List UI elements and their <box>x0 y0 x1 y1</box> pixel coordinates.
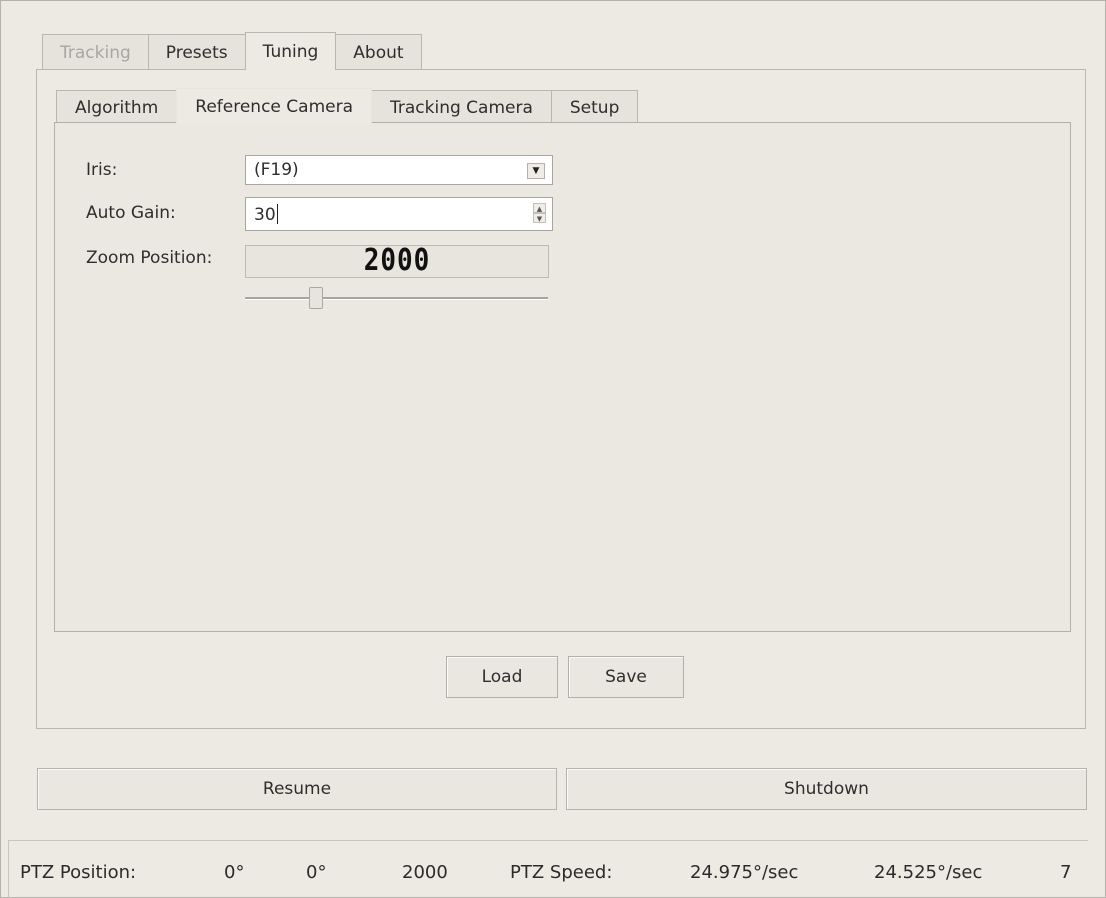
ptz-zoom-value: 2000 <box>402 862 448 883</box>
reference-camera-pane <box>54 122 1071 632</box>
ptz-position-label: PTZ Position: <box>20 862 137 883</box>
spin-down-icon[interactable]: ▼ <box>533 213 546 223</box>
spinbox-arrows: ▲ ▼ <box>533 203 546 225</box>
tab-reference-camera[interactable]: Reference Camera <box>176 88 372 124</box>
zoom-slider-track[interactable] <box>245 297 548 300</box>
tuning-subtabbar: Algorithm Reference Camera Tracking Came… <box>56 88 639 124</box>
tab-algorithm[interactable]: Algorithm <box>56 90 178 124</box>
zoom-lcd-value: 2000 <box>363 243 431 279</box>
ptz-tilt-speed: 24.525°/sec <box>874 862 983 883</box>
resume-button[interactable]: Resume <box>37 768 557 810</box>
auto-gain-label: Auto Gain: <box>86 203 176 223</box>
tab-tuning[interactable]: Tuning <box>244 32 337 70</box>
ptz-tilt-value: 0° <box>306 862 327 883</box>
tab-tracking[interactable]: Tracking <box>42 34 149 70</box>
save-button[interactable]: Save <box>568 656 684 698</box>
zoom-lcd-display: 2000 <box>245 243 549 279</box>
ptz-pan-value: 0° <box>224 862 245 883</box>
shutdown-button[interactable]: Shutdown <box>566 768 1087 810</box>
zoom-slider-handle[interactable] <box>309 287 323 309</box>
iris-label: Iris: <box>86 160 118 180</box>
tab-setup[interactable]: Setup <box>550 90 639 124</box>
load-button[interactable]: Load <box>446 656 558 698</box>
tab-about[interactable]: About <box>335 34 422 70</box>
auto-gain-spinbox[interactable]: 30 ▲ ▼ <box>245 197 553 231</box>
ptz-speed-label: PTZ Speed: <box>510 862 613 883</box>
text-cursor <box>276 204 278 224</box>
auto-gain-value: 30 <box>254 204 278 225</box>
spin-up-icon[interactable]: ▲ <box>533 203 546 213</box>
ptz-extra-value: 7 <box>1060 862 1072 883</box>
main-tabbar: Tracking Presets Tuning About <box>42 32 422 70</box>
zoom-position-label: Zoom Position: <box>86 248 213 268</box>
iris-combobox[interactable]: (F19) ▼ <box>245 155 553 185</box>
ptz-pan-speed: 24.975°/sec <box>690 862 799 883</box>
tab-tracking-camera[interactable]: Tracking Camera <box>371 90 552 124</box>
chevron-down-icon[interactable]: ▼ <box>527 163 545 179</box>
tab-presets[interactable]: Presets <box>147 34 246 70</box>
iris-value: (F19) <box>254 160 299 180</box>
